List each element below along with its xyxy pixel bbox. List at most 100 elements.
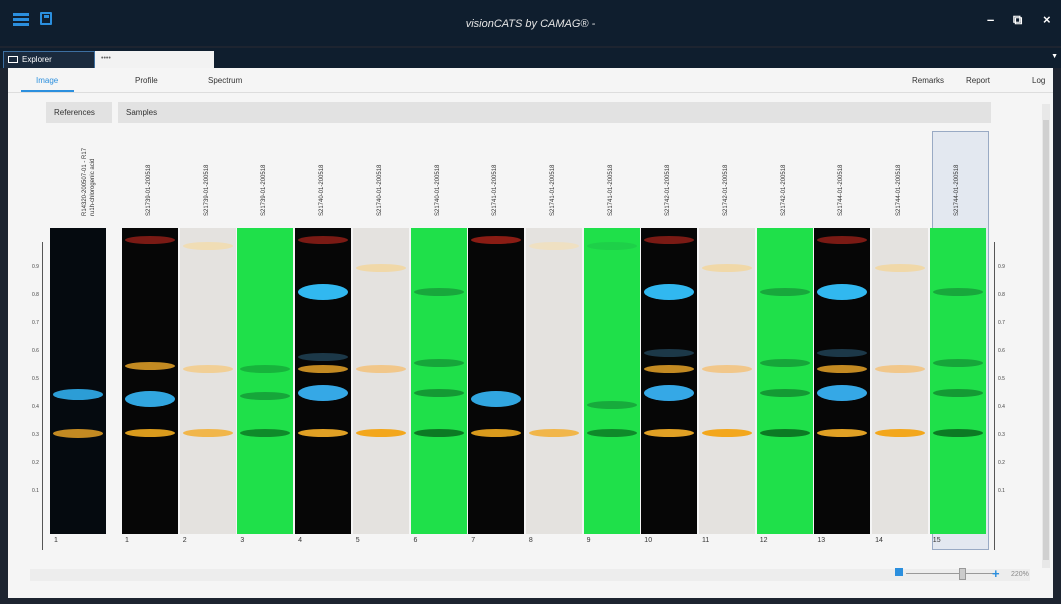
sample-track[interactable] [756, 228, 813, 534]
sample-band [817, 284, 868, 301]
sample-name: S21742-01-200518 [780, 164, 787, 216]
tab-strip: Explorer •••• ▼ [0, 48, 1061, 68]
sample-band [355, 364, 406, 373]
sample-band [644, 284, 695, 301]
sample-number: 13 [817, 537, 826, 544]
sample-number: 3 [240, 537, 245, 544]
sample-band [125, 361, 175, 370]
axis-tick-label: 0.1 [998, 488, 1005, 494]
window-title: visionCATS by CAMAG® - [465, 18, 596, 30]
sample-band [298, 352, 349, 361]
axis-tick-label: 0.6 [998, 348, 1005, 354]
sample-band [644, 349, 695, 358]
sample-name: S21741-01-200518 [607, 164, 614, 216]
sample-band [528, 429, 579, 438]
restore-button[interactable]: ⧉ [1013, 12, 1022, 28]
reference-track[interactable] [50, 228, 106, 534]
tab-profile[interactable]: Profile [135, 76, 158, 85]
sample-band [759, 358, 810, 367]
sample-band [355, 263, 406, 272]
sample-track[interactable] [468, 228, 525, 534]
sample-band [413, 429, 464, 438]
sample-band [240, 429, 291, 438]
samples-header: Samples [118, 102, 991, 123]
sample-band [471, 391, 522, 408]
sample-band [644, 429, 695, 438]
sample-band [125, 429, 175, 438]
zoom-slider-handle[interactable] [959, 568, 966, 580]
sample-track[interactable] [641, 228, 698, 534]
axis-tick-label: 0.4 [998, 404, 1005, 410]
zoom-out-button[interactable] [895, 568, 903, 576]
sample-band [817, 385, 868, 402]
sample-band [413, 288, 464, 297]
sample-name: S21744-01-200518 [838, 164, 845, 216]
tab-log[interactable]: Log [1032, 76, 1045, 85]
sample-number: 4 [298, 537, 302, 544]
sample-track[interactable] [583, 228, 640, 534]
references-header: References [46, 102, 112, 123]
reference-band [53, 389, 103, 400]
sample-band [125, 236, 175, 245]
axis-tick-label: 0.9 [998, 264, 1005, 270]
sample-name: S21742-01-200518 [665, 164, 672, 216]
horizontal-scrollbar[interactable] [30, 569, 1030, 581]
sample-band [644, 236, 695, 245]
chevron-down-icon[interactable]: ▼ [1051, 53, 1058, 60]
sample-band [298, 284, 349, 301]
tab-image[interactable]: Image [36, 76, 58, 85]
sample-band [817, 429, 868, 438]
tab-remarks[interactable]: Remarks [912, 76, 944, 85]
sample-track[interactable] [295, 228, 352, 534]
zoom-in-button[interactable]: + [992, 566, 1000, 581]
tab-spectrum[interactable]: Spectrum [208, 76, 242, 85]
sample-track[interactable] [699, 228, 755, 534]
sample-band [586, 429, 637, 438]
sample-name: S21744-01-200518 [896, 164, 903, 216]
sample-band [240, 364, 291, 373]
axis-tick-label: 0.2 [32, 460, 39, 466]
reference-name: R14320-200507-01 - R17 [82, 147, 88, 216]
sample-band [875, 429, 926, 438]
scrollbar-thumb[interactable] [1043, 120, 1049, 560]
sample-band [932, 358, 983, 367]
axis-tick-label: 0.2 [998, 460, 1005, 466]
sample-band [759, 288, 810, 297]
sample-track[interactable] [872, 228, 929, 534]
sample-name: S21739-01-200518 [261, 164, 268, 216]
references-label: References [54, 108, 95, 117]
sample-band [413, 389, 464, 398]
sample-band [298, 364, 349, 373]
axis-tick-label: 0.6 [32, 348, 39, 354]
sample-track[interactable] [122, 228, 178, 534]
sample-band [298, 385, 349, 402]
tab-second[interactable]: •••• [95, 51, 214, 68]
sample-number: 8 [528, 537, 533, 544]
sample-track[interactable] [410, 228, 467, 534]
sample-number: 10 [644, 537, 653, 544]
reference-number: 1 [54, 537, 58, 544]
zoom-slider[interactable] [906, 573, 994, 574]
sample-band [586, 242, 637, 251]
sample-track[interactable] [814, 228, 871, 534]
tab-explorer[interactable]: Explorer [3, 51, 95, 68]
active-tab-indicator [21, 90, 74, 92]
sample-track[interactable] [352, 228, 409, 534]
sample-band [471, 429, 522, 438]
sample-track[interactable] [929, 228, 986, 534]
sample-track[interactable] [237, 228, 294, 534]
sample-track[interactable] [179, 228, 236, 534]
right-rf-axis [994, 242, 995, 550]
sample-number: 2 [182, 537, 187, 544]
sample-band [182, 242, 233, 251]
sample-track[interactable] [525, 228, 582, 534]
tab-report[interactable]: Report [966, 76, 990, 85]
title-bar: visionCATS by CAMAG® - – ⧉ × [0, 0, 1061, 46]
sample-band [240, 392, 291, 401]
sample-number: 7 [471, 537, 476, 544]
sample-name: S21739-01-200518 [203, 164, 210, 216]
axis-tick-label: 0.8 [998, 292, 1005, 298]
minimize-button[interactable]: – [987, 12, 994, 27]
close-button[interactable]: × [1043, 12, 1051, 27]
sample-number: 9 [586, 537, 591, 544]
